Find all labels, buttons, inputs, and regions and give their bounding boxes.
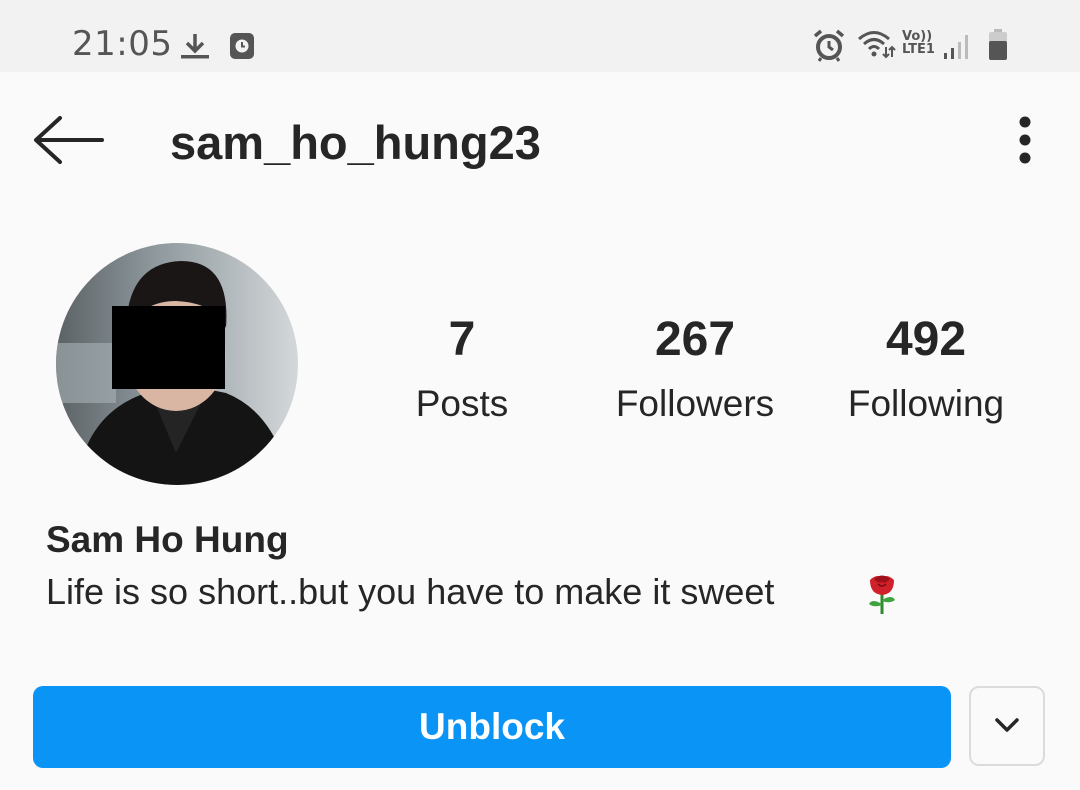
rose-emoji-icon [869,575,895,614]
followers-count-value: 267 [654,313,736,366]
network-type-label: Vo)) LTE1 [902,29,935,57]
following-count-label: Following [847,383,1005,424]
followers-count-label: Followers [615,383,775,424]
chevron-down-icon [995,718,1019,732]
signal-icon [944,35,968,59]
clock-notification-icon [230,33,254,59]
profile-full-name: Sam Ho Hung [46,519,289,560]
alarm-icon [813,29,845,62]
more-options-icon[interactable] [1005,112,1045,168]
back-arrow-icon[interactable] [30,110,106,170]
profile-bio: Life is so short..but you have to make i… [46,571,775,612]
posts-count-value: 7 [448,313,476,366]
suggested-dropdown-button[interactable] [969,686,1045,766]
status-bar: 21:05 Vo)) LTE1 [0,0,1080,72]
unblock-button[interactable]: Unblock [33,686,951,768]
followers-count[interactable]: 267 Followers [600,312,790,430]
following-count[interactable]: 492 Following [830,312,1022,430]
battery-icon [989,29,1007,60]
posts-count[interactable]: 7 Posts [392,312,532,430]
profile-avatar[interactable] [56,243,298,485]
status-time: 21:05 [72,24,173,64]
wifi-icon [858,31,896,59]
following-count-value: 492 [885,313,967,366]
profile-username: sam_ho_hung23 [170,116,541,169]
posts-count-label: Posts [415,383,509,424]
download-icon [181,34,209,59]
